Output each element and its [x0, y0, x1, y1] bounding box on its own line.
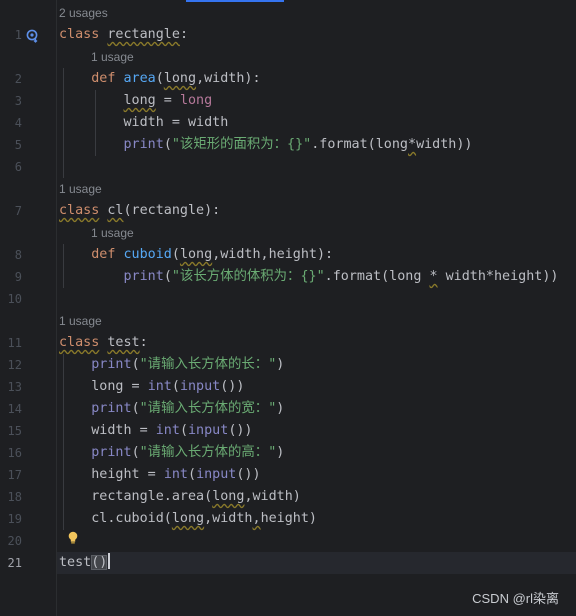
line-number: 4 [14, 116, 22, 130]
usage-hint-cuboid[interactable]: 1 usage [91, 222, 134, 244]
code-text[interactable]: class cl(rectangle): [59, 200, 220, 222]
line-number: 2 [14, 72, 22, 86]
line-number: 16 [7, 446, 22, 460]
code-line[interactable]: 17 height = int(input()) [0, 464, 576, 486]
line-number: 20 [7, 534, 22, 548]
code-text[interactable]: print("该长方体的体积为：{}".format(long * width*… [59, 266, 559, 288]
code-line[interactable]: 9 print("该长方体的体积为：{}".format(long * widt… [0, 266, 576, 288]
line-number: 18 [7, 490, 22, 504]
code-text[interactable]: cl.cuboid(long,width,height) [59, 508, 317, 530]
line-number: 3 [14, 94, 22, 108]
code-line[interactable]: 11 class test: [0, 332, 576, 354]
line-number: 8 [14, 248, 22, 262]
code-line[interactable]: 19 cl.cuboid(long,width,height) [0, 508, 576, 530]
code-line[interactable]: 8 def cuboid(long,width,height): [0, 244, 576, 266]
active-tab-indicator [186, 0, 284, 2]
code-line[interactable]: 13 long = int(input()) [0, 376, 576, 398]
intention-bulb-icon[interactable] [67, 531, 79, 545]
code-line[interactable]: 10 [0, 288, 576, 310]
code-line[interactable]: 18 rectangle.area(long,width) [0, 486, 576, 508]
usage-hint-test[interactable]: 1 usage [59, 310, 102, 332]
usage-hint-area[interactable]: 1 usage [91, 46, 134, 68]
line-number: 14 [7, 402, 22, 416]
code-text[interactable]: print("该矩形的面积为：{}".format(long*width)) [59, 134, 473, 156]
line-number: 5 [14, 138, 22, 152]
string-literal: "请输入长方体的长：" [139, 357, 277, 372]
string-literal: "请输入长方体的宽：" [139, 401, 277, 416]
line-number: 13 [7, 380, 22, 394]
line-number: 19 [7, 512, 22, 526]
code-line[interactable]: 12 print("请输入长方体的长：") [0, 354, 576, 376]
line-number: 9 [14, 270, 22, 284]
watermark: CSDN @rl染离 [472, 591, 559, 606]
code-text[interactable]: print("请输入长方体的高：") [59, 442, 284, 464]
code-line[interactable]: 1 class rectangle: [0, 24, 576, 46]
string-literal: "该矩形的面积为：{}" [171, 137, 312, 152]
code-text[interactable]: print("请输入长方体的宽：") [59, 398, 284, 420]
code-text[interactable]: def area(long,width): [59, 68, 260, 90]
code-text[interactable]: height = int(input()) [59, 464, 260, 486]
code-text[interactable]: long = long [59, 90, 213, 112]
code-line[interactable]: 5 print("该矩形的面积为：{}".format(long*width)) [0, 134, 576, 156]
code-line[interactable]: 3 long = long [0, 90, 576, 112]
line-number: 1 [14, 28, 22, 42]
string-literal: "请输入长方体的高：" [139, 445, 277, 460]
code-text[interactable]: print("请输入长方体的长：") [59, 354, 284, 376]
string-literal: "该长方体的体积为：{}" [171, 269, 325, 284]
line-number: 11 [7, 336, 22, 350]
code-line-current[interactable]: 21 test() [0, 552, 576, 574]
line-number: 17 [7, 468, 22, 482]
code-text[interactable]: def cuboid(long,width,height): [59, 244, 333, 266]
code-line[interactable]: 14 print("请输入长方体的宽：") [0, 398, 576, 420]
line-number: 10 [7, 292, 22, 306]
code-line[interactable]: 7 class cl(rectangle): [0, 200, 576, 222]
line-number: 7 [14, 204, 22, 218]
code-text[interactable]: width = int(input()) [59, 420, 252, 442]
code-line[interactable]: 6 [0, 156, 576, 178]
line-number: 6 [14, 160, 22, 174]
code-text[interactable]: class rectangle: [59, 24, 188, 46]
code-text[interactable]: width = width [59, 112, 228, 134]
code-text[interactable]: test() [59, 552, 110, 574]
line-number: 12 [7, 358, 22, 372]
text-caret [108, 553, 110, 569]
code-text[interactable]: rectangle.area(long,width) [59, 486, 301, 508]
code-line[interactable]: 4 width = width [0, 112, 576, 134]
code-line[interactable]: 20 [0, 530, 576, 552]
code-line[interactable]: 2 def area(long,width): [0, 68, 576, 90]
line-number: 15 [7, 424, 22, 438]
usage-hint-cl[interactable]: 1 usage [59, 178, 102, 200]
code-line[interactable]: 15 width = int(input()) [0, 420, 576, 442]
usage-hint-rectangle[interactable]: 2 usages [59, 2, 108, 24]
line-number: 21 [7, 556, 22, 570]
code-text[interactable]: class test: [59, 332, 148, 354]
code-text[interactable]: long = int(input()) [59, 376, 244, 398]
code-line[interactable]: 16 print("请输入长方体的高：") [0, 442, 576, 464]
